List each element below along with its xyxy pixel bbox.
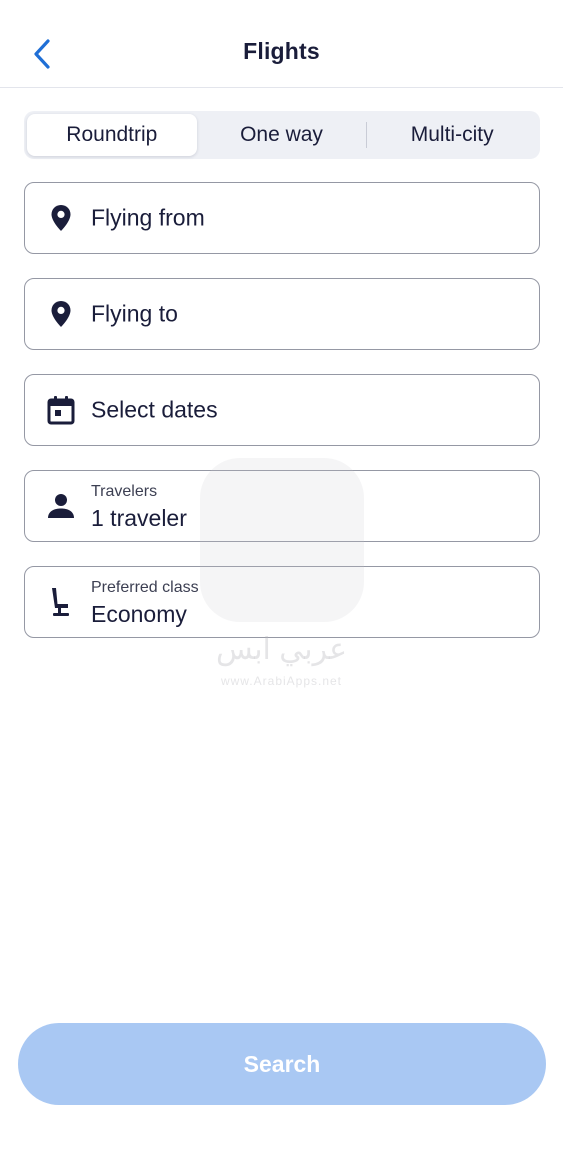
top-bar: Flights: [0, 0, 563, 88]
preferred-class-label: Preferred class: [91, 579, 199, 596]
tab-roundtrip[interactable]: Roundtrip: [27, 114, 197, 156]
flying-to-label: Flying to: [91, 300, 178, 327]
flying-from-label: Flying from: [91, 204, 205, 231]
person-icon: [47, 492, 75, 520]
watermark-url: www.ArabiApps.net: [220, 674, 343, 688]
calendar-icon: [47, 396, 75, 425]
seat-icon: [47, 588, 75, 616]
travelers-value: 1 traveler: [91, 505, 187, 531]
select-dates-label: Select dates: [91, 396, 218, 423]
page-title: Flights: [243, 38, 320, 64]
travelers-field[interactable]: Travelers 1 traveler: [24, 470, 540, 542]
trip-type-selector: Roundtrip One way Multi-city: [24, 111, 540, 159]
preferred-class-field[interactable]: Preferred class Economy: [24, 566, 540, 638]
flying-to-field[interactable]: Flying to: [24, 278, 540, 350]
travelers-label: Travelers: [91, 483, 158, 500]
search-button[interactable]: Search: [18, 1023, 546, 1105]
flying-from-field[interactable]: Flying from: [24, 182, 540, 254]
select-dates-field[interactable]: Select dates: [24, 374, 540, 446]
location-pin-icon: [47, 204, 75, 232]
tab-one-way[interactable]: One way: [197, 114, 367, 156]
location-pin-icon: [47, 300, 75, 328]
preferred-class-value: Economy: [91, 601, 187, 627]
tab-multi-city[interactable]: Multi-city: [367, 114, 537, 156]
